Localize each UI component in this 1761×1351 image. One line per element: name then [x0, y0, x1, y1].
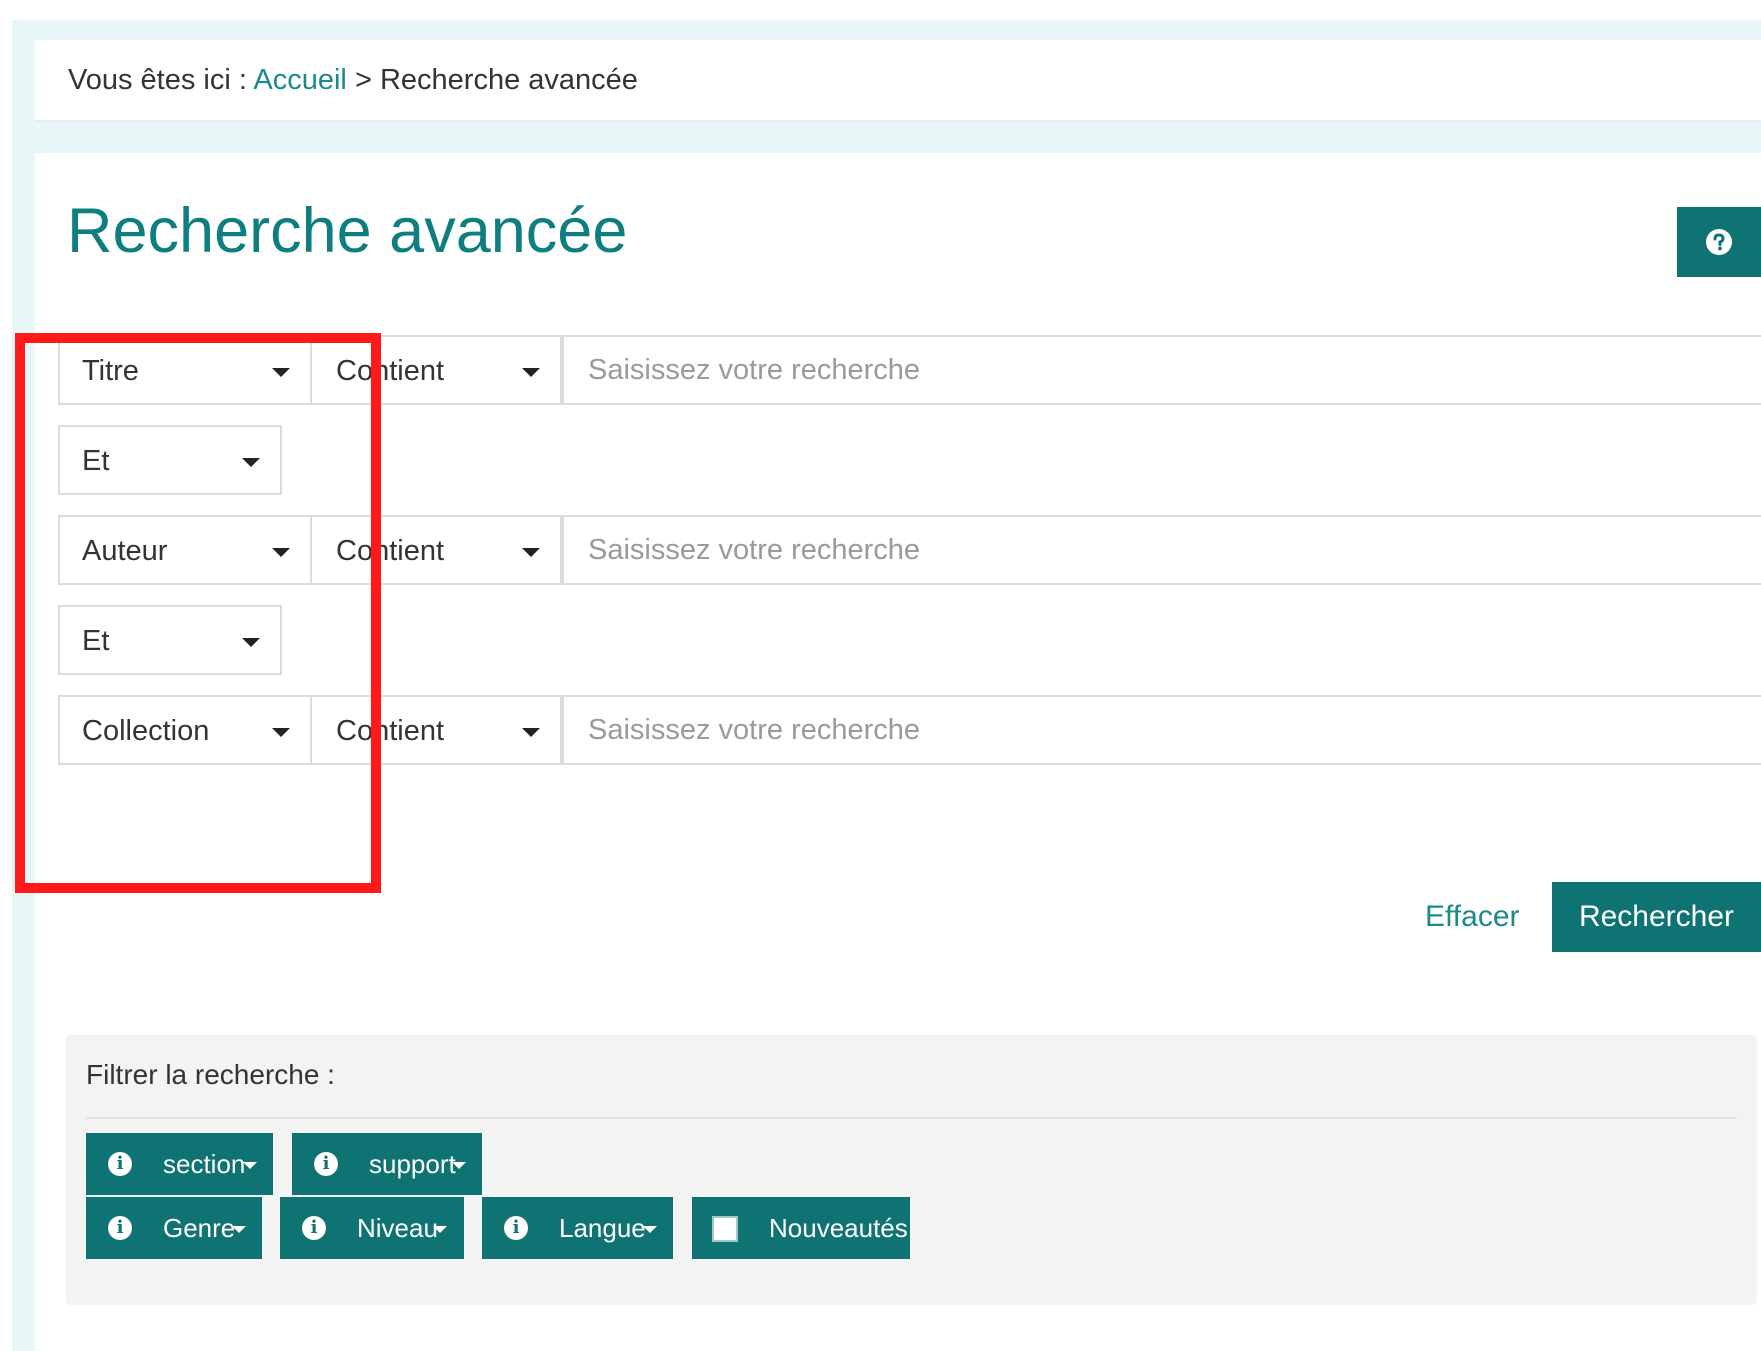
filter-label: section	[163, 1149, 246, 1179]
chevron-down-icon	[643, 1226, 657, 1233]
operator-select-3[interactable]: Contient	[310, 695, 562, 765]
operator-select-1[interactable]: Contient	[310, 335, 562, 405]
info-icon: i	[314, 1152, 338, 1176]
search-button[interactable]: Rechercher	[1552, 882, 1761, 952]
field-select-label: Collection	[82, 715, 210, 747]
nouveautes-checkbox[interactable]	[712, 1216, 738, 1242]
field-select-label: Auteur	[82, 535, 168, 567]
chevron-down-icon	[272, 728, 290, 737]
breadcrumb-bar: Vous êtes ici : Accueil > Recherche avan…	[35, 40, 1761, 122]
divider	[86, 1117, 1737, 1119]
nouveautes-toggle[interactable]: Nouveautés	[692, 1197, 910, 1259]
chevron-down-icon	[522, 548, 540, 557]
filter-title: Filtrer la recherche :	[86, 1059, 335, 1090]
chevron-down-icon	[243, 1162, 257, 1169]
field-select-2[interactable]: Auteur	[58, 515, 312, 585]
info-icon: i	[108, 1216, 132, 1240]
question-circle-icon	[1706, 229, 1732, 255]
chevron-down-icon	[272, 368, 290, 377]
search-input-3[interactable]	[562, 695, 1761, 765]
connector-select-2[interactable]: Et	[58, 605, 282, 675]
field-select-1[interactable]: Titre	[58, 335, 312, 405]
filter-niveau-button[interactable]: i Niveau	[280, 1197, 464, 1259]
filter-label: Genre	[163, 1213, 236, 1243]
filter-label: support	[369, 1149, 456, 1179]
nouveautes-label: Nouveautés	[769, 1213, 908, 1243]
chevron-down-icon	[272, 548, 290, 557]
chevron-down-icon	[452, 1162, 466, 1169]
operator-select-label: Contient	[336, 355, 445, 387]
breadcrumb-home-link[interactable]: Accueil	[253, 64, 347, 96]
info-icon: i	[108, 1152, 132, 1176]
operator-select-label: Contient	[336, 535, 445, 567]
connector-select-label: Et	[82, 625, 110, 657]
breadcrumb-separator: >	[346, 64, 380, 96]
filter-panel: Filtrer la recherche : i section i suppo…	[66, 1035, 1757, 1305]
info-icon: i	[504, 1216, 528, 1240]
chevron-down-icon	[522, 728, 540, 737]
filter-support-button[interactable]: i support	[292, 1133, 482, 1195]
help-button[interactable]	[1677, 207, 1761, 277]
breadcrumb-current: Recherche avancée	[379, 64, 638, 96]
filter-section-button[interactable]: i section	[86, 1133, 273, 1195]
page-title: Recherche avancée	[67, 196, 628, 266]
chevron-down-icon	[232, 1226, 246, 1233]
field-select-3[interactable]: Collection	[58, 695, 312, 765]
filter-langue-button[interactable]: i Langue	[482, 1197, 673, 1259]
chevron-down-icon	[433, 1226, 447, 1233]
operator-select-2[interactable]: Contient	[310, 515, 562, 585]
breadcrumb: Vous êtes ici : Accueil > Recherche avan…	[68, 64, 638, 97]
filter-label: Niveau	[357, 1213, 438, 1243]
filter-genre-button[interactable]: i Genre	[86, 1197, 262, 1259]
chevron-down-icon	[242, 638, 260, 647]
field-select-label: Titre	[82, 355, 139, 387]
operator-select-label: Contient	[336, 715, 445, 747]
info-icon: i	[302, 1216, 326, 1240]
filter-label: Langue	[559, 1213, 646, 1243]
breadcrumb-prefix: Vous êtes ici :	[68, 64, 254, 96]
chevron-down-icon	[242, 458, 260, 467]
search-input-1[interactable]	[562, 335, 1761, 405]
connector-select-label: Et	[82, 445, 110, 477]
clear-button[interactable]: Effacer	[1425, 900, 1520, 934]
search-input-2[interactable]	[562, 515, 1761, 585]
connector-select-1[interactable]: Et	[58, 425, 282, 495]
chevron-down-icon	[522, 368, 540, 377]
